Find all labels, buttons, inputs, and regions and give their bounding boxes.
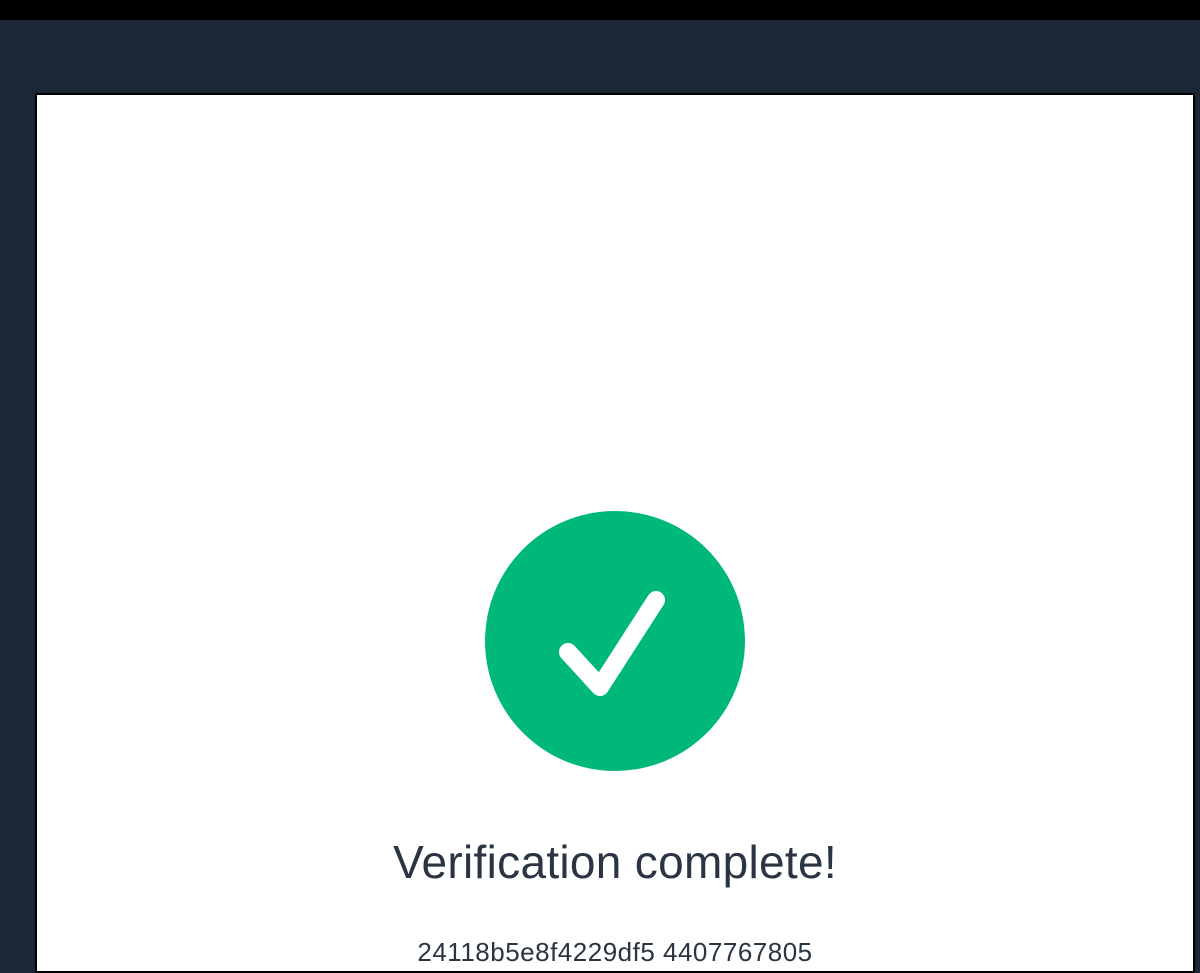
success-badge [485, 511, 745, 771]
top-bar [0, 0, 1200, 20]
checkmark-icon [559, 591, 665, 696]
verification-card: Verification complete! 24118b5e8f4229df5… [35, 93, 1195, 973]
verification-code: 24118b5e8f4229df5 4407767805 [417, 937, 813, 967]
verification-title: Verification complete! [393, 836, 837, 888]
